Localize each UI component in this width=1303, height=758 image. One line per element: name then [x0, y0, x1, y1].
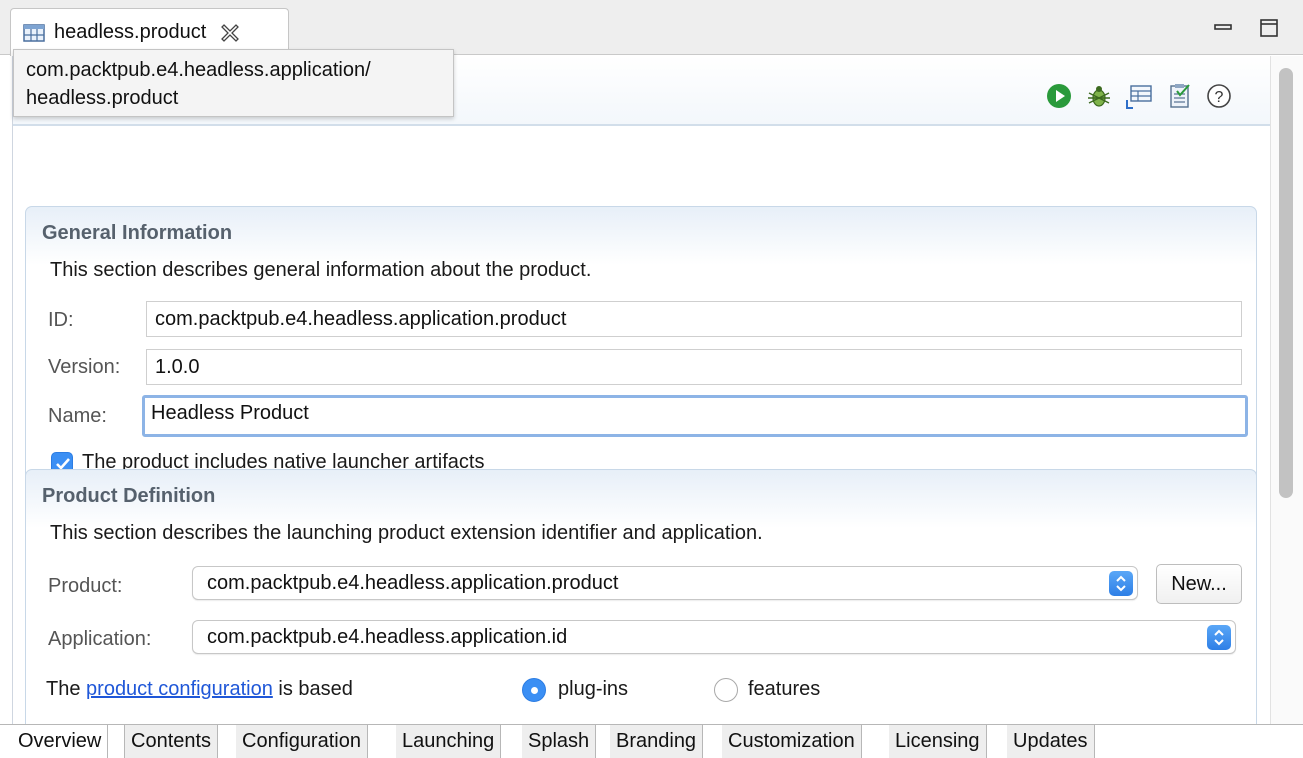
editor-tab-strip: headless.product: [0, 0, 1303, 56]
features-radio[interactable]: [714, 678, 738, 702]
id-label: ID:: [48, 309, 74, 331]
maximize-icon[interactable]: [1258, 17, 1280, 39]
product-combo[interactable]: com.packtpub.e4.headless.application.pro…: [192, 566, 1138, 600]
tab-updates[interactable]: Updates: [1007, 725, 1095, 758]
tab-customization[interactable]: Customization: [722, 725, 862, 758]
general-information-section: General Information This section describ…: [25, 206, 1257, 496]
help-icon[interactable]: ?: [1205, 82, 1233, 110]
product-definition-section: Product Definition This section describe…: [25, 469, 1257, 729]
export-icon[interactable]: [1125, 82, 1153, 110]
product-editor: ? General Information This section descr…: [12, 56, 1303, 729]
chevron-updown-icon: [1207, 625, 1231, 650]
run-icon[interactable]: [1045, 82, 1073, 110]
version-field[interactable]: 1.0.0: [146, 349, 1242, 385]
section-description: This section describes the launching pro…: [50, 522, 763, 544]
version-label: Version:: [48, 356, 121, 378]
tab-configuration[interactable]: Configuration: [236, 725, 368, 758]
editor-page-tabs: Overview Contents Configuration Launchin…: [0, 724, 1303, 758]
svg-text:?: ?: [1215, 89, 1224, 106]
name-field[interactable]: Headless Product: [142, 395, 1248, 437]
config-basis-text: The product configuration is based: [46, 678, 353, 701]
chevron-updown-icon: [1109, 571, 1133, 596]
product-combo-value: com.packtpub.e4.headless.application.pro…: [207, 572, 619, 594]
config-suffix: is based: [278, 678, 353, 700]
editor-tab-title: headless.product: [54, 21, 207, 43]
features-radio-label: features: [748, 678, 821, 700]
section-description: This section describes general informati…: [50, 259, 592, 281]
application-combo[interactable]: com.packtpub.e4.headless.application.id: [192, 620, 1236, 654]
name-label: Name:: [48, 405, 107, 427]
debug-icon[interactable]: [1085, 82, 1113, 110]
editor-tab-tooltip: com.packtpub.e4.headless.application/ he…: [13, 49, 454, 117]
product-label: Product:: [48, 575, 123, 597]
tooltip-line-2: headless.product: [26, 87, 179, 109]
scrollbar-thumb[interactable]: [1279, 68, 1293, 498]
section-title: Product Definition: [42, 485, 216, 507]
application-label: Application:: [48, 628, 152, 650]
section-title: General Information: [42, 222, 233, 244]
tab-contents[interactable]: Contents: [124, 725, 219, 758]
tab-launching[interactable]: Launching: [396, 725, 502, 758]
plugins-radio-label: plug-ins: [558, 678, 629, 700]
minimize-icon[interactable]: [1212, 17, 1234, 39]
id-field[interactable]: com.packtpub.e4.headless.application.pro…: [146, 301, 1242, 337]
vertical-scrollbar[interactable]: [1270, 56, 1303, 724]
new-product-button[interactable]: New...: [1156, 564, 1242, 604]
application-combo-value: com.packtpub.e4.headless.application.id: [207, 626, 568, 648]
tooltip-line-1: com.packtpub.e4.headless.application/: [26, 59, 371, 81]
plugins-radio[interactable]: [522, 678, 546, 702]
tab-overview[interactable]: Overview: [12, 725, 109, 758]
product-file-icon: [23, 23, 45, 42]
tab-splash[interactable]: Splash: [522, 725, 597, 758]
tab-branding[interactable]: Branding: [610, 725, 704, 758]
config-prefix: The: [46, 678, 81, 700]
validate-icon[interactable]: [1165, 82, 1193, 110]
header-toolbar: ?: [1045, 82, 1233, 110]
product-configuration-link[interactable]: product configuration: [86, 678, 273, 700]
tab-licensing[interactable]: Licensing: [889, 725, 987, 758]
close-icon[interactable]: [220, 23, 240, 43]
